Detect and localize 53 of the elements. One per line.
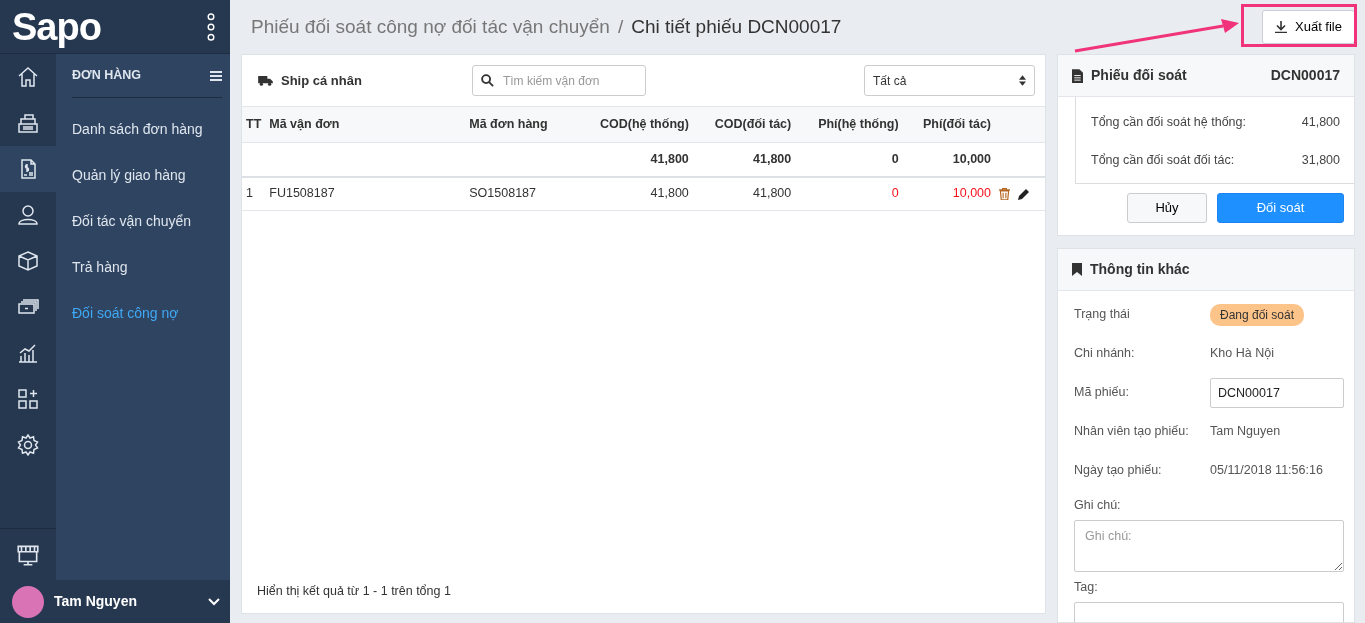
field-label: Ngày tạo phiếu: xyxy=(1074,462,1163,480)
code-field[interactable]: DCN00017 xyxy=(1210,377,1344,408)
table-cell: SO1508187 xyxy=(465,176,576,211)
card-title: Phiếu đối soát xyxy=(1091,66,1187,85)
field-label: Ghi chú: xyxy=(1074,496,1122,514)
summary-label: Tổng cần đối soát đối tác: xyxy=(1091,151,1235,169)
filter-select[interactable]: Tất cả xyxy=(864,65,1035,96)
page-title: Chi tiết phiếu DCN00017 xyxy=(631,15,842,37)
search-field[interactable]: Tìm kiếm vận đơn xyxy=(471,65,646,96)
submenu-item[interactable]: Trả hàng xyxy=(72,244,222,290)
table-cell: 41,800 xyxy=(575,176,693,211)
column-header: Phí(hệ thống) xyxy=(795,106,903,143)
field-label: Nhân viên tạo phiếu: xyxy=(1074,423,1190,441)
field-label: Trạng thái xyxy=(1074,306,1131,324)
column-header: Mã vận đơn xyxy=(265,106,466,143)
total-cell: 10,000 xyxy=(902,142,995,177)
column-header: Mã đơn hàng xyxy=(465,106,576,143)
field-label: Tag: xyxy=(1074,578,1099,596)
column-header: Phí(đối tác) xyxy=(902,106,995,143)
submenu-item[interactable]: Đối tác vận chuyển xyxy=(72,198,222,244)
submenu-item[interactable]: Quản lý giao hàng xyxy=(72,152,222,198)
card-title: Thông tin khác xyxy=(1090,260,1190,279)
submenu-item[interactable]: Danh sách đơn hàng xyxy=(72,106,222,152)
column-header: TT xyxy=(242,106,266,143)
menu-section-title: ĐƠN HÀNG xyxy=(72,66,141,85)
column-header: COD(hệ thống) xyxy=(575,106,693,143)
table-cell: 41,800 xyxy=(692,176,796,211)
summary-value: 41,800 xyxy=(1301,113,1340,131)
cancel-button[interactable]: Hủy xyxy=(1127,193,1207,223)
summary-label: Tổng cần đối soát hệ thống: xyxy=(1091,113,1246,131)
total-cell: 41,800 xyxy=(692,142,796,177)
status-badge: Đang đối soát xyxy=(1210,303,1305,326)
table-cell: 1 xyxy=(242,176,266,211)
total-cell: 41,800 xyxy=(575,142,693,177)
column-header: COD(đối tác) xyxy=(692,106,796,143)
export-button[interactable]: Xuất file xyxy=(1262,10,1355,44)
summary-value: 31,800 xyxy=(1301,151,1340,169)
field-value: 05/11/2018 11:56:16 xyxy=(1210,462,1323,480)
pagination-summary: Hiển thị kết quả từ 1 - 1 trên tổng 1 xyxy=(256,583,452,601)
carrier-name: Ship cá nhân xyxy=(281,71,362,90)
total-cell: 0 xyxy=(795,142,903,177)
voucher-code: DCN00017 xyxy=(1270,66,1340,85)
table-cell: 0 xyxy=(795,176,903,211)
breadcrumb-link[interactable]: Phiếu đối soát công nợ đối tác vận chuyển xyxy=(251,15,610,37)
field-value: Tam Nguyen xyxy=(1210,423,1281,441)
table-cell: FU1508187 xyxy=(265,176,466,211)
notes-field[interactable]: Ghi chú: xyxy=(1074,520,1344,572)
table-cell: 10,000 xyxy=(902,176,995,211)
breadcrumb-separator: / xyxy=(617,15,624,37)
submenu-item[interactable]: Đối soát công nợ xyxy=(72,290,222,336)
field-label: Mã phiếu: xyxy=(1074,384,1130,402)
field-value: Kho Hà Nội xyxy=(1210,345,1274,363)
field-label: Chi nhánh: xyxy=(1074,345,1136,363)
